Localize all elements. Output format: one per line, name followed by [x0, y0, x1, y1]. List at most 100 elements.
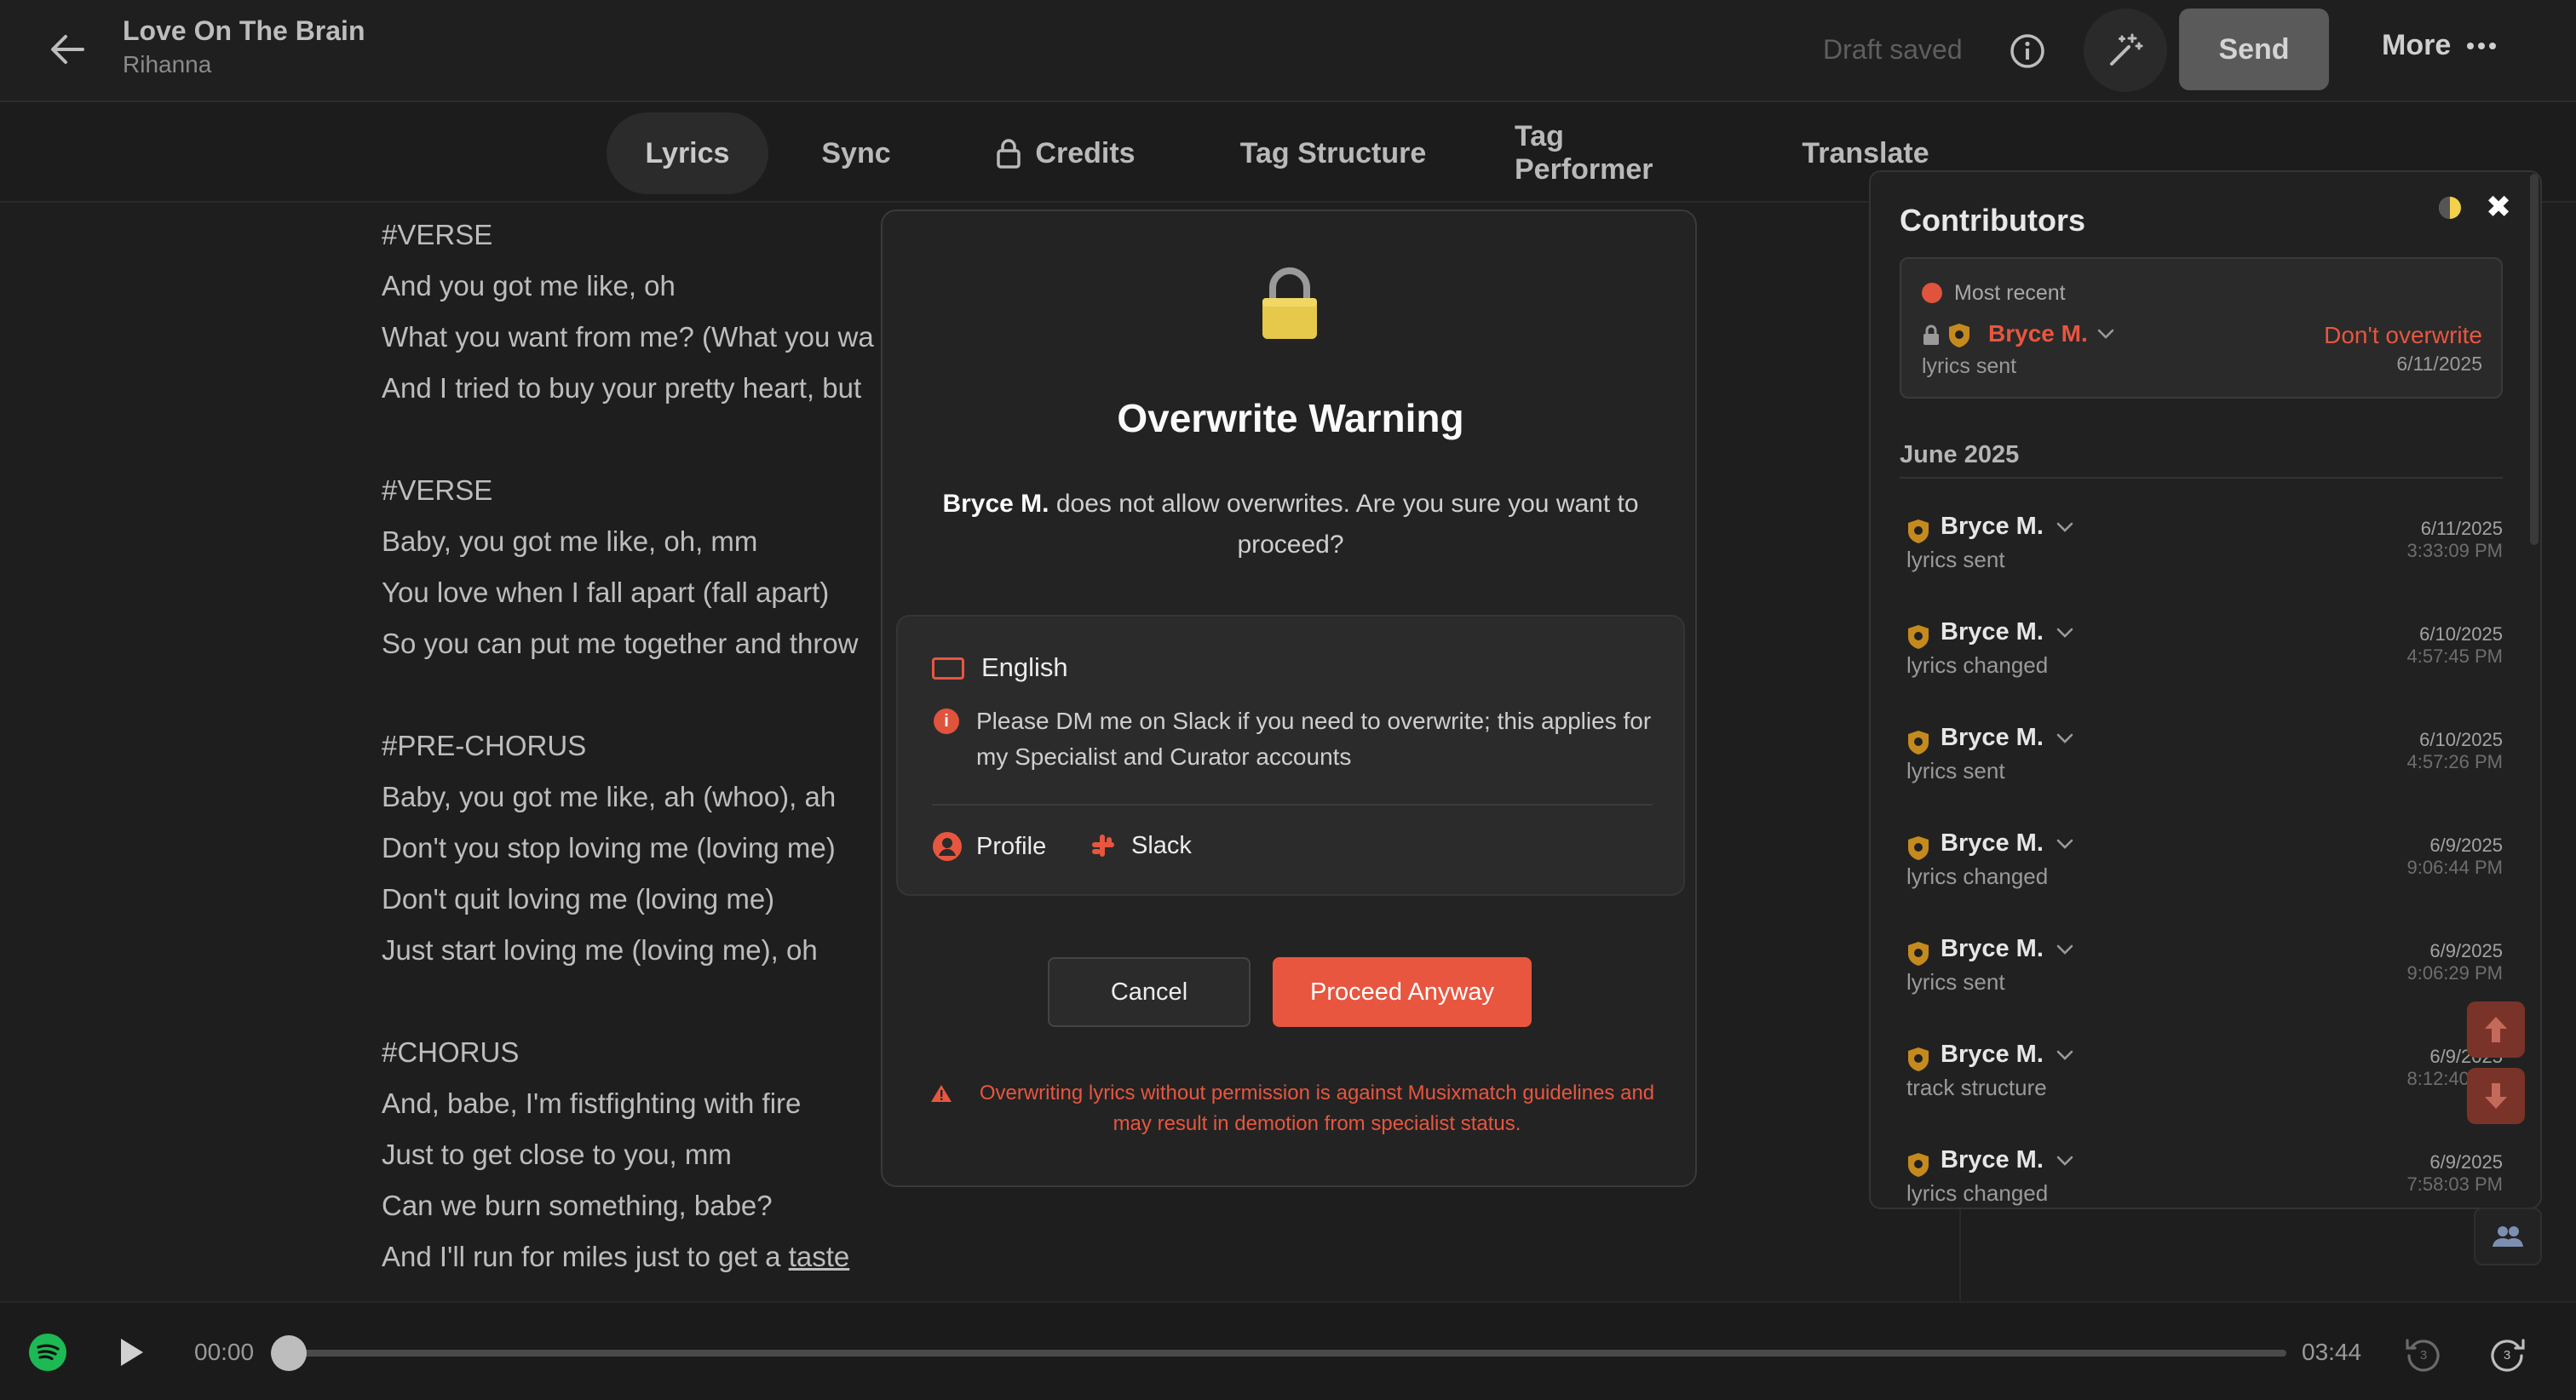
chevron-down-icon: [2056, 944, 2073, 955]
profile-link[interactable]: Profile: [932, 831, 1046, 862]
tab-sync[interactable]: Sync: [799, 112, 913, 194]
most-recent-card[interactable]: Most recent Bryce M. lyrics sent Don't o…: [1900, 257, 2503, 399]
tab-label: Credits: [1035, 136, 1136, 169]
tab-tag-performer[interactable]: Tag Performer: [1491, 112, 1731, 194]
lyric-line[interactable]: Just to get close to you, mm: [382, 1129, 874, 1180]
entry-time: 4:57:45 PM: [2406, 645, 2503, 667]
contributor-name-button[interactable]: Bryce M.: [1941, 724, 2074, 752]
profile-label: Profile: [976, 832, 1047, 860]
padlock-icon: [1257, 266, 1322, 342]
language-icon: [932, 657, 964, 680]
more-button[interactable]: More: [2382, 29, 2497, 62]
cancel-button[interactable]: Cancel: [1048, 957, 1251, 1027]
play-button[interactable]: [112, 1334, 150, 1371]
more-label: More: [2382, 29, 2452, 61]
lock-icon: [1923, 324, 1939, 345]
chevron-down-icon: [2056, 733, 2073, 743]
magic-wand-icon: [2110, 33, 2143, 66]
theme-toggle-icon[interactable]: [2436, 194, 2464, 221]
entry-date: 6/11/2025: [2420, 518, 2503, 539]
contributor-action: track structure: [1906, 1075, 2047, 1100]
contributor-action: lyrics changed: [1906, 652, 2049, 678]
lyric-line[interactable]: And I tried to buy your pretty heart, bu…: [382, 363, 874, 414]
forward-3-button[interactable]: 3: [2487, 1334, 2527, 1373]
contributor-entry[interactable]: Bryce M. lyrics changed 6/9/2025 7:58:03 PM: [1906, 1146, 2503, 1208]
section-tag[interactable]: #VERSE: [382, 209, 874, 261]
contributor-name: Bryce M.: [942, 490, 1049, 518]
tab-credits[interactable]: Credits: [968, 112, 1164, 194]
contributor-name-button[interactable]: Bryce M.: [1941, 618, 2074, 646]
lyric-line[interactable]: Don't you stop loving me (loving me): [382, 823, 874, 874]
contributor-entry[interactable]: Bryce M. lyrics changed 6/10/2025 4:57:45 P…: [1906, 618, 2503, 703]
contributor-name-button[interactable]: Bryce M.: [1941, 829, 2074, 858]
lyric-line[interactable]: And, babe, I'm fistfighting with fire: [382, 1078, 874, 1129]
tab-label: Tag Performer: [1515, 120, 1653, 186]
contributor-entry[interactable]: Bryce M. lyrics sent 6/10/2025 4:57:26 PM: [1906, 724, 2503, 809]
overwrite-warning-dialog: Overwrite Warning Bryce M. does not allo…: [881, 209, 1697, 1187]
recent-action: lyrics sent: [1922, 354, 2017, 378]
panel-scrollbar[interactable]: [2530, 174, 2539, 545]
contributor-action: lyrics changed: [1906, 864, 2049, 889]
recent-contributor-name[interactable]: Bryce M.: [1988, 320, 2115, 347]
proceed-anyway-button[interactable]: Proceed Anyway: [1273, 957, 1532, 1027]
lyric-gap: [382, 669, 874, 720]
contributors-toggle-button[interactable]: [2474, 1208, 2542, 1265]
contributor-entry[interactable]: Bryce M. lyrics sent 6/11/2025 3:33:09 PM: [1906, 513, 2503, 598]
lyric-line[interactable]: Baby, you got me like, oh, mm: [382, 516, 874, 567]
lyric-line[interactable]: Don't quit loving me (loving me): [382, 874, 874, 925]
contributor-action: lyrics sent: [1906, 758, 2005, 783]
contributor-entry[interactable]: Bryce M. lyrics changed 6/9/2025 9:06:44 PM: [1906, 829, 2503, 915]
contributor-name-button[interactable]: Bryce M.: [1941, 1146, 2074, 1174]
scroll-up-button[interactable]: [2467, 1001, 2525, 1058]
spotify-icon[interactable]: [29, 1334, 66, 1371]
contributor-name-button[interactable]: Bryce M.: [1941, 935, 2074, 963]
most-recent-label: Most recent: [1954, 281, 2066, 305]
section-tag[interactable]: #CHORUS: [382, 1027, 874, 1078]
arrow-up-icon: [2485, 1017, 2507, 1042]
slack-link[interactable]: Slack: [1089, 831, 1192, 860]
tab-lyrics[interactable]: Lyrics: [607, 112, 768, 194]
chevron-down-icon: [2056, 522, 2073, 532]
tab-tag-structure[interactable]: Tag Structure: [1210, 112, 1457, 194]
section-tag[interactable]: #VERSE: [382, 465, 874, 516]
progress-knob[interactable]: [271, 1335, 307, 1371]
entry-date: 6/9/2025: [2429, 1151, 2503, 1173]
lyric-line[interactable]: What you want from me? (What you wa: [382, 312, 874, 363]
contributor-action: lyrics sent: [1906, 547, 2005, 572]
dialog-message: Bryce M. does not allow overwrites. Are …: [929, 484, 1653, 565]
contributor-name: Bryce M.: [1941, 724, 2044, 751]
magic-wand-button[interactable]: [2084, 9, 2167, 92]
entry-date: 6/9/2025: [2429, 835, 2503, 856]
contributor-name-button[interactable]: Bryce M.: [1941, 513, 2074, 541]
lyric-line[interactable]: Can we burn something, babe?: [382, 1180, 874, 1231]
lyric-line-text: And I'll run for miles just to get a: [382, 1241, 789, 1272]
lyric-line[interactable]: And I'll run for miles just to get a tas…: [382, 1231, 874, 1282]
lyrics-text[interactable]: #VERSE And you got me like, oh What you …: [382, 209, 874, 1282]
contributor-name-button[interactable]: Bryce M.: [1941, 1041, 2074, 1069]
lyric-line[interactable]: Just start loving me (loving me), oh: [382, 925, 874, 976]
contributor-entry[interactable]: Bryce M. track structure 6/9/2025 8:12:40 P…: [1906, 1041, 2503, 1126]
divider: [932, 804, 1653, 806]
info-button[interactable]: [2009, 32, 2046, 70]
underlined-word[interactable]: taste: [789, 1241, 850, 1272]
info-circle-icon: i: [934, 709, 959, 734]
audio-player: 00:00 03:44 3 3: [0, 1301, 2576, 1400]
section-tag[interactable]: #PRE-CHORUS: [382, 720, 874, 772]
lyric-line[interactable]: You love when I fall apart (fall apart): [382, 567, 874, 618]
current-time: 00:00: [194, 1339, 255, 1365]
ellipsis-icon: [2467, 42, 2497, 49]
progress-track[interactable]: [286, 1350, 2286, 1357]
lyric-line[interactable]: So you can put me together and throw: [382, 618, 874, 669]
tab-label: Sync: [821, 136, 891, 169]
contributor-name: Bryce M.: [1988, 320, 2088, 347]
shield-icon: [1908, 519, 1929, 543]
contributor-entry[interactable]: Bryce M. lyrics sent 6/9/2025 9:06:29 PM: [1906, 935, 2503, 1020]
scroll-down-button[interactable]: [2467, 1068, 2525, 1124]
rewind-3-button[interactable]: 3: [2404, 1334, 2443, 1373]
lyric-line[interactable]: Baby, you got me like, ah (whoo), ah: [382, 772, 874, 823]
close-icon[interactable]: ✖: [2486, 189, 2511, 225]
contributor-name: Bryce M.: [1941, 1146, 2044, 1173]
lyric-line[interactable]: And you got me like, oh: [382, 261, 874, 312]
send-button[interactable]: Send: [2179, 9, 2329, 90]
back-button[interactable]: [39, 26, 95, 73]
